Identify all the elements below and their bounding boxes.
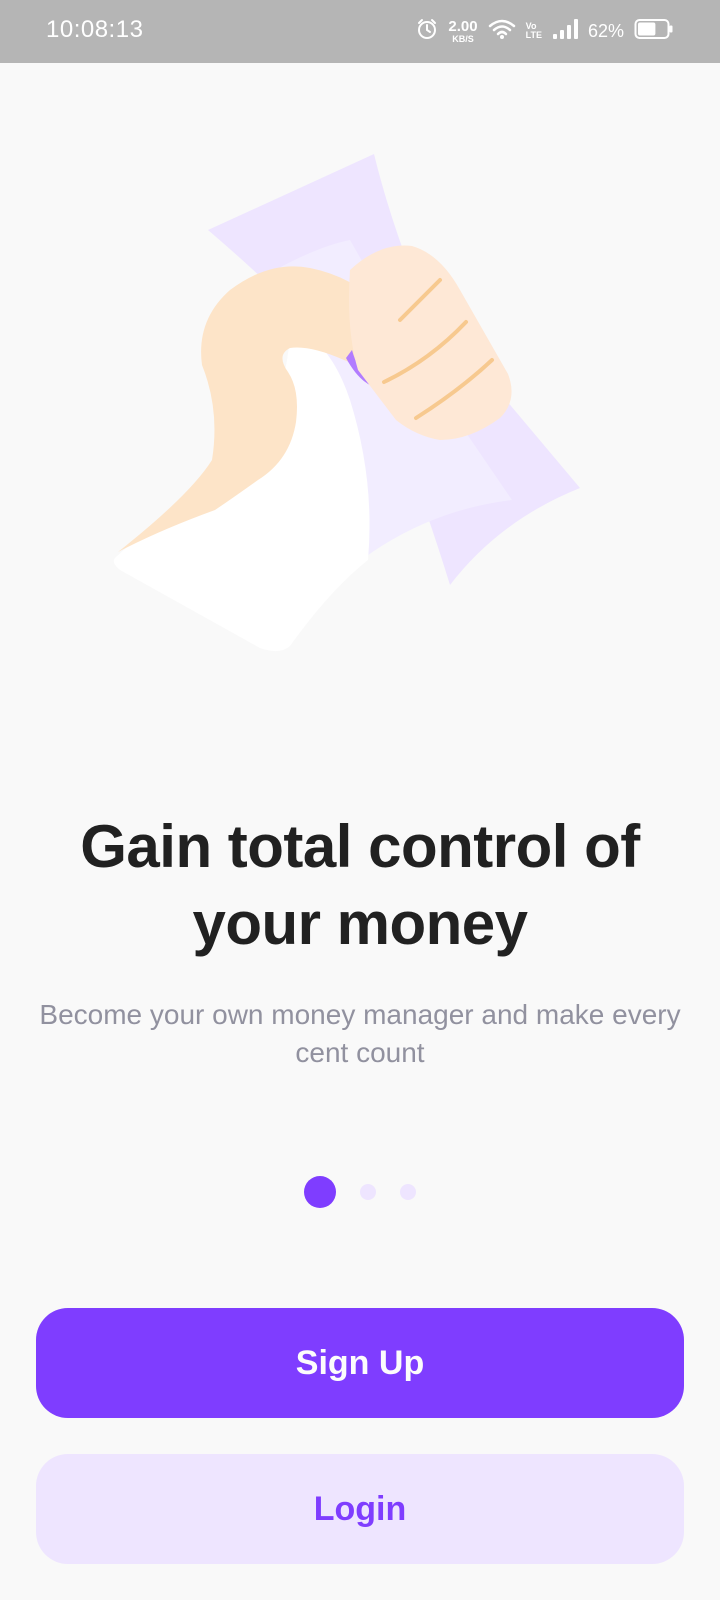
onboarding-title: Gain total control of your money <box>80 813 640 957</box>
onboarding-subtitle: Become your own money manager and make e… <box>39 999 681 1068</box>
status-time: 10:08:13 <box>46 16 144 43</box>
battery-icon <box>634 18 674 45</box>
onboarding-illustration <box>100 150 600 670</box>
sign-up-button[interactable]: Sign Up <box>36 1308 684 1418</box>
status-icons: 2.00 KB/S Vo LTE 62% <box>416 14 674 48</box>
wifi-icon <box>488 18 516 45</box>
page-dot[interactable] <box>360 1184 376 1200</box>
battery-percent: 62% <box>587 20 624 41</box>
login-button[interactable]: Login <box>36 1454 684 1564</box>
volte-bottom: LTE <box>525 30 542 40</box>
onboarding-screen: 10:08:13 2.00 KB/S Vo LTE 62% Gain total… <box>0 0 720 1600</box>
volte-indicator: Vo LTE <box>526 22 542 40</box>
page-dot-active[interactable] <box>304 1176 336 1208</box>
status-bar: 10:08:13 2.00 KB/S Vo LTE 62% <box>0 0 720 63</box>
page-indicator <box>0 1175 720 1209</box>
network-speed-unit: KB/S <box>452 33 474 44</box>
hand-with-receipts-illustration <box>113 154 580 652</box>
signal-icon <box>552 18 578 45</box>
alarm-icon <box>416 18 438 45</box>
network-speed-value: 2.00 <box>448 17 478 35</box>
page-dot[interactable] <box>400 1184 416 1200</box>
network-speed: 2.00 KB/S <box>448 19 477 44</box>
